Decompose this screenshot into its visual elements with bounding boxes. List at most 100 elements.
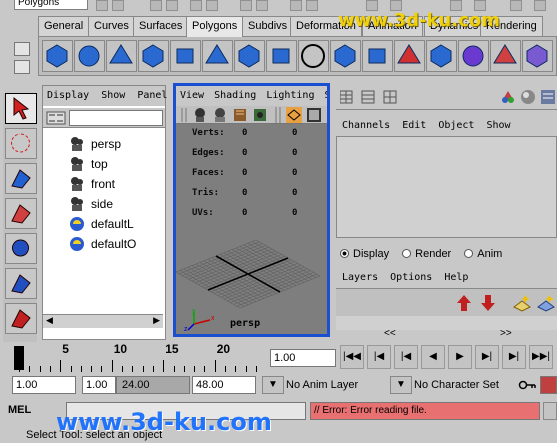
viewport-menu-show[interactable]: S [325,90,327,101]
anim-layer-radio[interactable]: Anim [464,248,502,260]
new-layer-icon[interactable] [512,293,532,313]
scale-tool-icon[interactable] [5,268,37,299]
go-to-start-icon[interactable]: |◀◀ [340,345,364,369]
step-forward-frame-icon[interactable]: ▶| [475,345,499,369]
poly-cylinder-icon[interactable] [106,40,137,72]
outliner-menu-show[interactable]: Show [101,90,125,101]
scroll-right-icon[interactable]: ▶ [153,315,160,326]
channel-box-icon[interactable] [540,89,556,105]
toolbar-icon[interactable] [190,0,202,11]
play-forward-icon[interactable]: ▶ [448,345,472,369]
tab-surfaces[interactable]: Surfaces [133,16,189,36]
select-camera-icon[interactable] [192,107,208,123]
shelf-tab-menu-icon[interactable] [14,42,30,56]
film-gate-icon[interactable] [306,107,322,123]
render-layer-radio[interactable]: Render [402,248,451,260]
toolbar-icon[interactable] [290,0,302,11]
step-back-key-icon[interactable]: |◀ [367,345,391,369]
step-back-frame-icon[interactable]: |◀ [394,345,418,369]
channel-show-menu[interactable]: Show [486,120,510,131]
perspective-viewport[interactable]: View Shading Lighting S Verts: 0 0 Edges: 0 0… [173,83,330,337]
image-plane-icon[interactable] [252,107,268,123]
tool-settings-icon[interactable] [520,89,536,105]
subdiv-proxy-icon[interactable] [522,40,553,72]
layers-menu[interactable]: Layers [342,272,378,283]
channel-edit-menu[interactable]: Edit [402,120,426,131]
tab-curves[interactable]: Curves [88,16,135,36]
poly-cone-icon[interactable] [138,40,169,72]
attribute-editor-icon[interactable] [500,89,516,105]
end-time-field[interactable]: 48.00 [192,376,256,394]
step-forward-key-icon[interactable]: ▶| [502,345,526,369]
outliner-item-top[interactable]: top [71,154,108,174]
menu-set-dropdown[interactable]: Polygons [14,0,88,10]
extrude-icon[interactable] [458,40,489,72]
poly-pyramid-icon[interactable] [234,40,265,72]
tab-general[interactable]: General [38,16,90,36]
start-time-field[interactable]: 1.00 [12,376,76,394]
toolbar-icon[interactable] [256,0,268,11]
scroll-left-button[interactable]: << [384,328,396,340]
grid-toggle-icon[interactable] [286,107,302,123]
command-language-label[interactable]: MEL [8,404,31,416]
viewport-menu-shading[interactable]: Shading [214,90,256,101]
outliner-menu-panel[interactable]: Panel [137,90,167,101]
go-to-end-icon[interactable]: ▶▶| [529,345,553,369]
anim-layer-dropdown-button[interactable]: ▼ [262,376,284,394]
outliner-menu-display[interactable]: Display [47,90,89,101]
tab-subdivs[interactable]: Subdivs [242,16,294,36]
outliner-item-front[interactable]: front [71,174,115,194]
move-tool-icon[interactable] [5,198,37,229]
poly-pipe-icon[interactable] [266,40,297,72]
paint-select-tool-icon[interactable] [5,163,37,194]
toolbar-icon[interactable] [510,0,522,11]
toolbar-icon[interactable] [240,0,252,11]
rotate-tool-icon[interactable] [5,233,37,264]
current-frame-field[interactable]: 1.00 [270,349,336,367]
lasso-tool-icon[interactable] [5,128,37,159]
bevel-icon[interactable] [490,40,521,72]
extract-icon[interactable] [394,40,425,72]
scroll-left-icon[interactable]: ◀ [46,315,53,326]
toolbar-icon[interactable] [306,0,318,11]
viewport-menu-view[interactable]: View [180,90,204,101]
layout-icons[interactable] [340,90,400,104]
toolbar-icon[interactable] [206,0,218,11]
bookmark-icon[interactable] [232,107,248,123]
shelf-editor-icon[interactable] [14,60,30,74]
toolbar-icon[interactable] [112,0,124,11]
script-editor-button[interactable] [543,402,557,420]
poly-torus-icon[interactable] [170,40,201,72]
poly-create-icon[interactable] [298,40,329,72]
display-layer-radio[interactable]: Display [340,248,389,260]
toolbar-icon[interactable] [96,0,108,11]
move-layer-down-icon[interactable] [478,293,498,313]
channel-object-menu[interactable]: Object [438,120,474,131]
manipulator-tool-icon[interactable] [5,303,37,334]
toolbar-icon[interactable] [150,0,162,11]
outliner-item-defaultO[interactable]: defaultO [70,234,136,254]
outliner-item-defaultL[interactable]: defaultL [70,214,134,234]
range-slider-bar[interactable]: 24.00 [116,376,190,394]
new-layer-selected-icon[interactable] [536,293,556,313]
select-tool-icon[interactable] [5,93,37,124]
outliner-horizontal-scrollbar[interactable]: ◀ ▶ [43,314,163,328]
play-backward-icon[interactable]: ◀ [421,345,445,369]
toolbar-icon[interactable] [534,0,546,11]
poly-cube-icon[interactable] [42,40,73,72]
viewport-menu-lighting[interactable]: Lighting [266,90,314,101]
key-icon[interactable] [518,378,536,392]
playback-start-field[interactable]: 1.00 [82,376,116,394]
smooth-icon[interactable] [426,40,457,72]
channels-menu[interactable]: Channels [342,120,390,131]
tab-polygons[interactable]: Polygons [186,16,244,37]
filter-icon[interactable] [46,111,66,125]
auto-key-toggle[interactable] [540,376,557,394]
character-set-dropdown-button[interactable]: ▼ [390,376,412,394]
poly-plane-icon[interactable] [202,40,233,72]
camera-attributes-icon[interactable] [212,107,228,123]
move-layer-up-icon[interactable] [454,293,474,313]
separate-icon[interactable] [362,40,393,72]
combine-icon[interactable] [330,40,361,72]
layer-options-menu[interactable]: Options [390,272,432,283]
